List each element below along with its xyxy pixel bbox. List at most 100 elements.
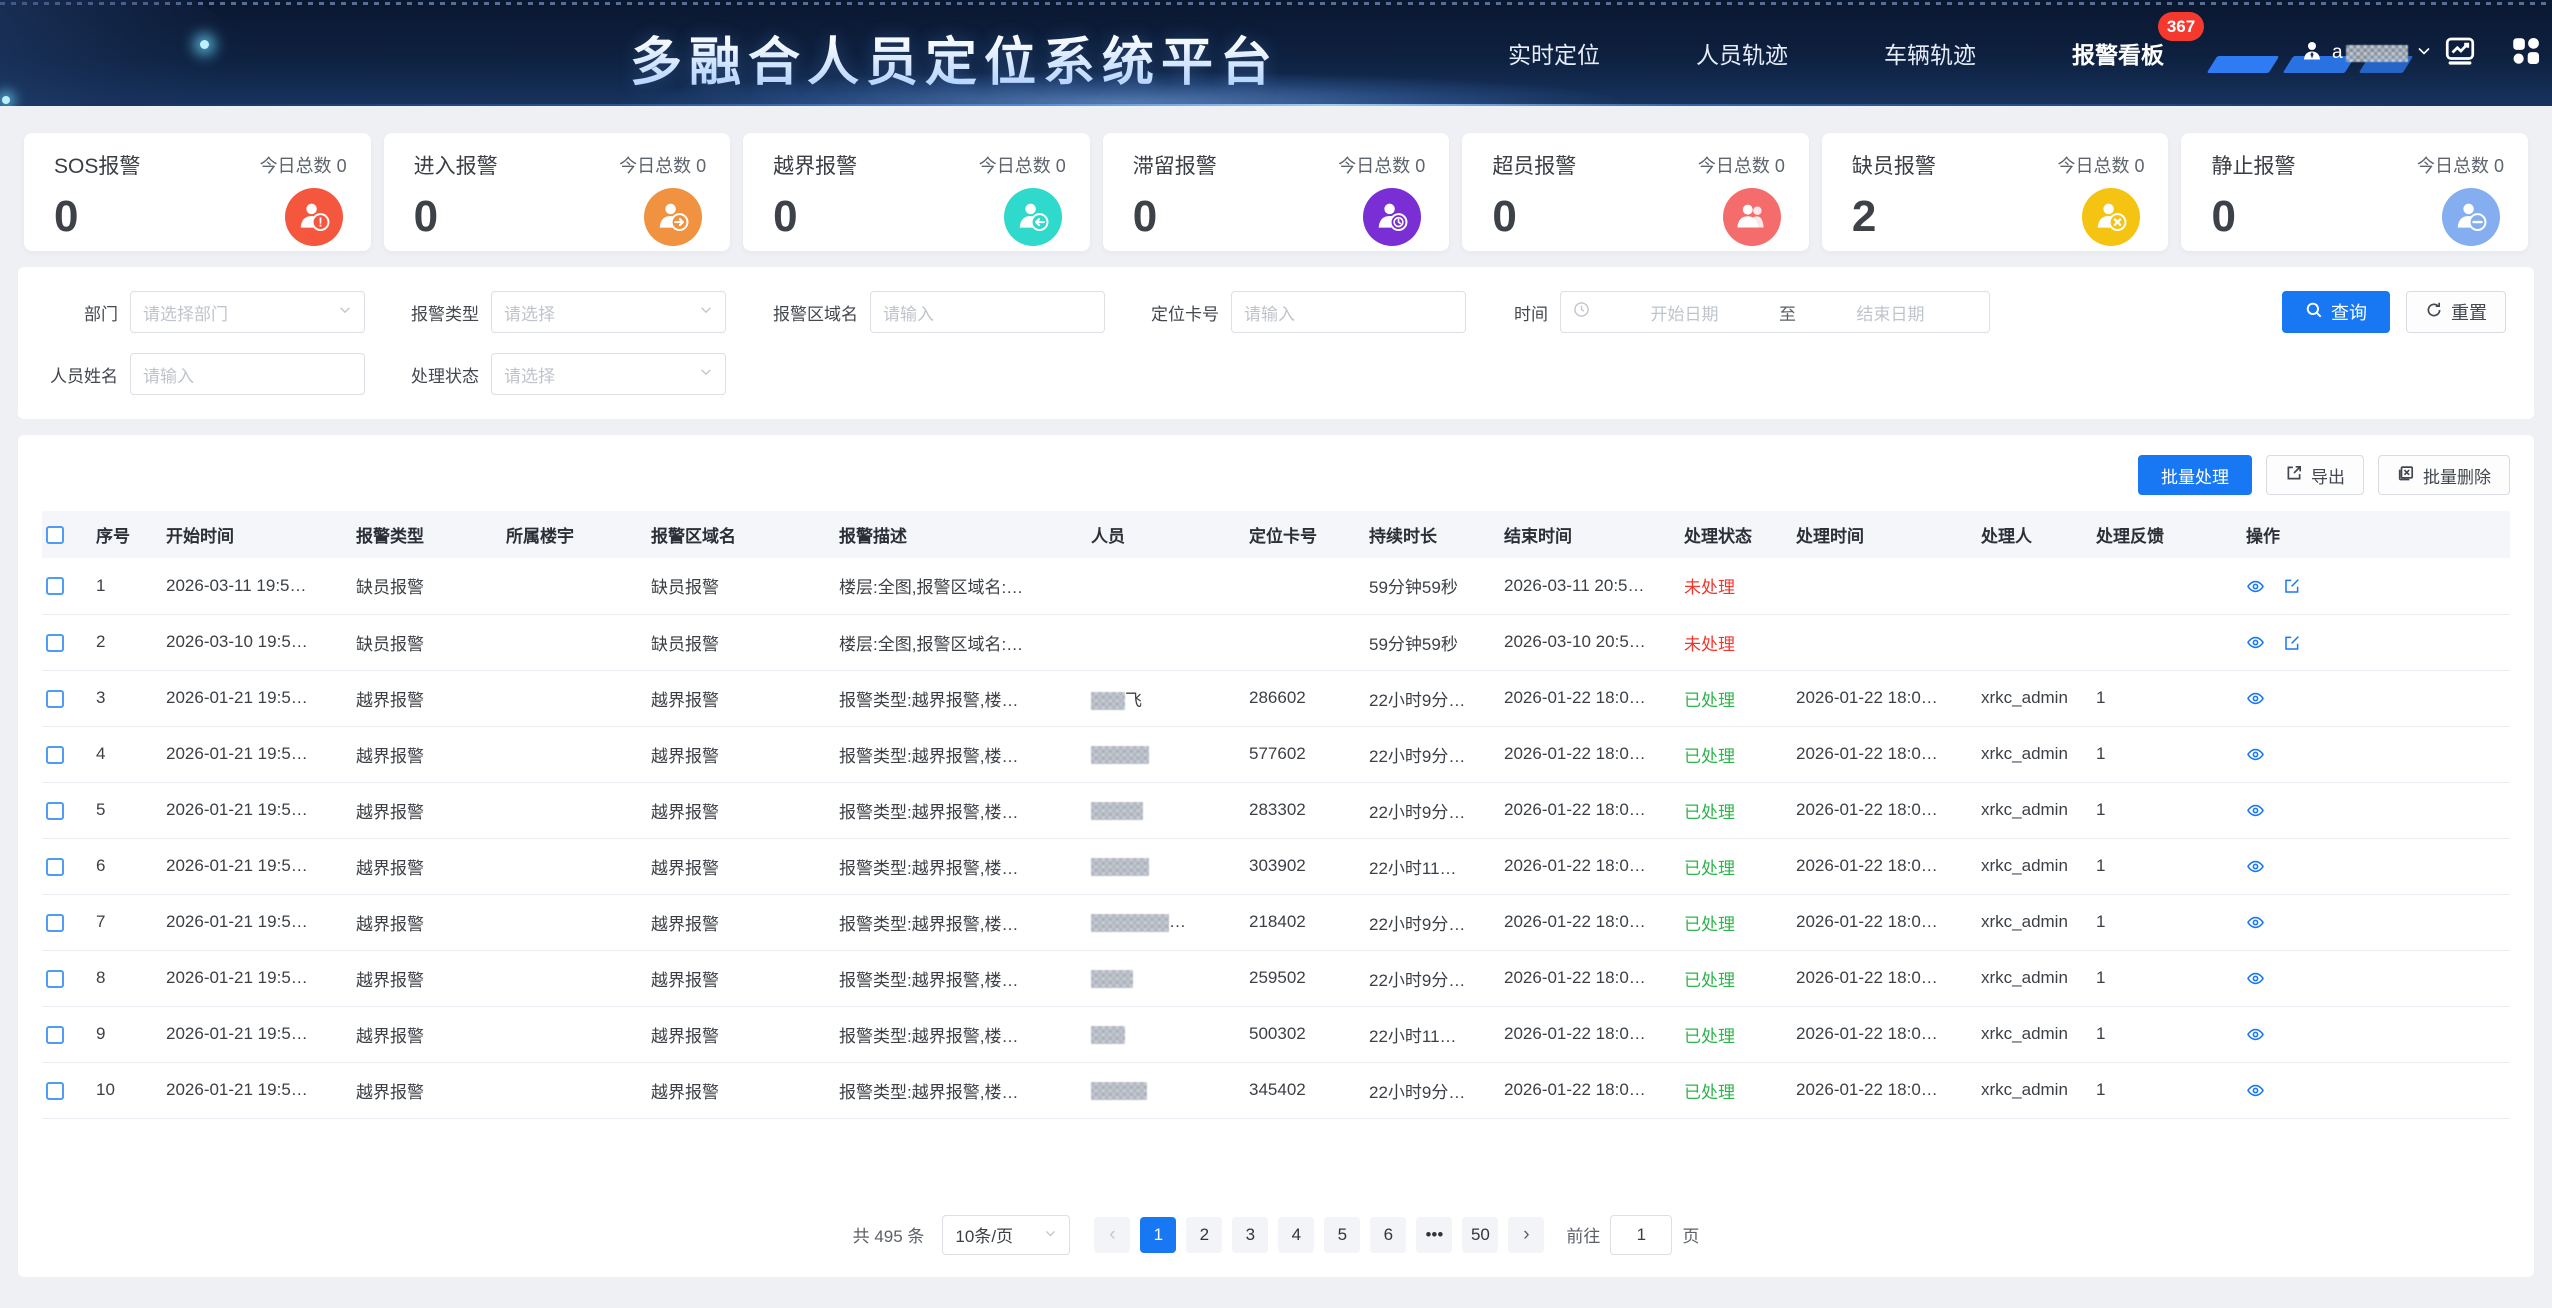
row-checkbox[interactable]	[46, 1026, 64, 1044]
nav-vehicle-track[interactable]: 车辆轨迹	[1884, 36, 1976, 70]
view-button[interactable]	[2246, 1025, 2265, 1044]
cell-handler	[1973, 614, 2088, 670]
status-badge: 已处理	[1684, 915, 1735, 934]
view-button[interactable]	[2246, 745, 2265, 764]
nav-realtime-location[interactable]: 实时定位	[1508, 36, 1600, 70]
cell-start-time: 2026-03-11 19:5…	[158, 558, 348, 614]
page-button-1[interactable]: 1	[1140, 1217, 1176, 1253]
view-button[interactable]	[2246, 801, 2265, 820]
cell-duration: 22小时9分…	[1361, 894, 1496, 950]
cell-end-time: 2026-01-22 18:0…	[1496, 670, 1676, 726]
view-button[interactable]	[2246, 913, 2265, 932]
cell-handled-time: 2026-01-22 18:0…	[1788, 894, 1973, 950]
cell-no: 8	[88, 950, 158, 1006]
row-checkbox[interactable]	[46, 690, 64, 708]
table-row: 62026-01-21 19:5…越界报警越界报警报警类型:越界报警,楼…303…	[42, 838, 2510, 894]
alarm-area-input[interactable]: 请输入	[870, 291, 1105, 333]
cross-border-alarm-icon	[1004, 188, 1062, 246]
cell-feedback: 1	[2088, 1006, 2238, 1062]
cell-operations	[2238, 558, 2510, 614]
page-size-select[interactable]: 10条/页	[942, 1215, 1070, 1255]
row-checkbox[interactable]	[46, 914, 64, 932]
chevron-down-icon	[1044, 1225, 1057, 1245]
goto-page-input[interactable]: 1	[1610, 1215, 1672, 1255]
understaff-alarm-icon	[2082, 188, 2140, 246]
status-badge: 已处理	[1684, 691, 1735, 710]
cell-duration: 22小时9分…	[1361, 950, 1496, 1006]
page-button-50[interactable]: 50	[1462, 1217, 1498, 1253]
stat-card-count: 0	[773, 195, 797, 239]
cell-desc: 报警类型:越界报警,楼…	[831, 670, 1083, 726]
view-button[interactable]	[2246, 577, 2265, 596]
username-masked	[2346, 45, 2408, 62]
row-checkbox[interactable]	[46, 1082, 64, 1100]
cell-start-time: 2026-01-21 19:5…	[158, 726, 348, 782]
end-date-placeholder: 结束日期	[1804, 300, 1977, 325]
batch-delete-button[interactable]: 批量删除	[2378, 455, 2510, 495]
view-button[interactable]	[2246, 633, 2265, 652]
page-button-5[interactable]: 5	[1324, 1217, 1360, 1253]
page-button-4[interactable]: 4	[1278, 1217, 1314, 1253]
cell-card-no: 500302	[1241, 1006, 1361, 1062]
stat-card-cross-border-alarm: 越界报警 今日总数 0 0	[743, 133, 1090, 251]
alarm-table-panel: 批量处理 导出 批量删除 序号开始时间报警类型所属楼宇报警区域名报警描述人员定位…	[18, 435, 2534, 1277]
row-checkbox[interactable]	[46, 970, 64, 988]
column-header: 处理状态	[1676, 511, 1788, 558]
apps-menu-button[interactable]	[2506, 33, 2546, 73]
cell-no: 4	[88, 726, 158, 782]
next-page-button[interactable]: ›	[1508, 1217, 1544, 1253]
alarm-type-select[interactable]: 请选择	[491, 291, 726, 333]
row-checkbox[interactable]	[46, 634, 64, 652]
enter-alarm-icon	[644, 188, 702, 246]
column-header: 开始时间	[158, 511, 348, 558]
view-button[interactable]	[2246, 689, 2265, 708]
glow-dot	[2, 96, 10, 104]
cell-feedback: 1	[2088, 838, 2238, 894]
masked-person-name	[1091, 970, 1133, 988]
edit-button[interactable]	[2283, 577, 2301, 595]
export-button[interactable]: 导出	[2266, 455, 2364, 495]
prev-page-button[interactable]: ‹	[1094, 1217, 1130, 1253]
cell-status: 已处理	[1676, 670, 1788, 726]
search-button[interactable]: 查询	[2282, 291, 2390, 333]
page-button-3[interactable]: 3	[1232, 1217, 1268, 1253]
cell-no: 9	[88, 1006, 158, 1062]
date-range-picker[interactable]: 开始日期 至 结束日期	[1560, 291, 1990, 333]
cell-alarm-type: 越界报警	[348, 726, 498, 782]
stat-card-today-total: 今日总数 0	[979, 152, 1066, 178]
page-button-•••[interactable]: •••	[1416, 1217, 1452, 1253]
person-name-input[interactable]: 请输入	[130, 353, 365, 395]
cell-desc: 楼层:全图,报警区域名:…	[831, 558, 1083, 614]
dashboard-chart-button[interactable]	[2440, 33, 2480, 73]
cell-status: 已处理	[1676, 894, 1788, 950]
reset-button[interactable]: 重置	[2406, 291, 2506, 333]
select-all-checkbox[interactable]	[46, 526, 64, 544]
row-checkbox[interactable]	[46, 746, 64, 764]
cell-start-time: 2026-01-21 19:5…	[158, 894, 348, 950]
page-button-6[interactable]: 6	[1370, 1217, 1406, 1253]
nav-alarm-board[interactable]: 报警看板 367	[2072, 36, 2164, 70]
stat-card-sos-alarm: SOS报警今日总数 00!	[24, 133, 371, 251]
user-menu[interactable]: a	[2300, 0, 2432, 106]
edit-button[interactable]	[2283, 634, 2301, 652]
stat-card-title: 越界报警	[773, 150, 857, 180]
row-checkbox[interactable]	[46, 577, 64, 595]
card-no-input[interactable]: 请输入	[1231, 291, 1466, 333]
batch-process-button[interactable]: 批量处理	[2138, 455, 2252, 495]
view-button[interactable]	[2246, 1081, 2265, 1100]
cell-duration: 22小时9分…	[1361, 670, 1496, 726]
cell-status: 已处理	[1676, 782, 1788, 838]
row-checkbox[interactable]	[46, 802, 64, 820]
view-button[interactable]	[2246, 857, 2265, 876]
header-left-decoration	[0, 0, 340, 106]
cell-start-time: 2026-03-10 19:5…	[158, 614, 348, 670]
department-select[interactable]: 请选择部门	[130, 291, 365, 333]
view-button[interactable]	[2246, 969, 2265, 988]
cell-feedback	[2088, 558, 2238, 614]
cell-handler: xrkc_admin	[1973, 782, 2088, 838]
page-button-2[interactable]: 2	[1186, 1217, 1222, 1253]
row-checkbox[interactable]	[46, 858, 64, 876]
handle-status-select[interactable]: 请选择	[491, 353, 726, 395]
nav-person-track[interactable]: 人员轨迹	[1696, 36, 1788, 70]
masked-person-name	[1091, 802, 1143, 820]
